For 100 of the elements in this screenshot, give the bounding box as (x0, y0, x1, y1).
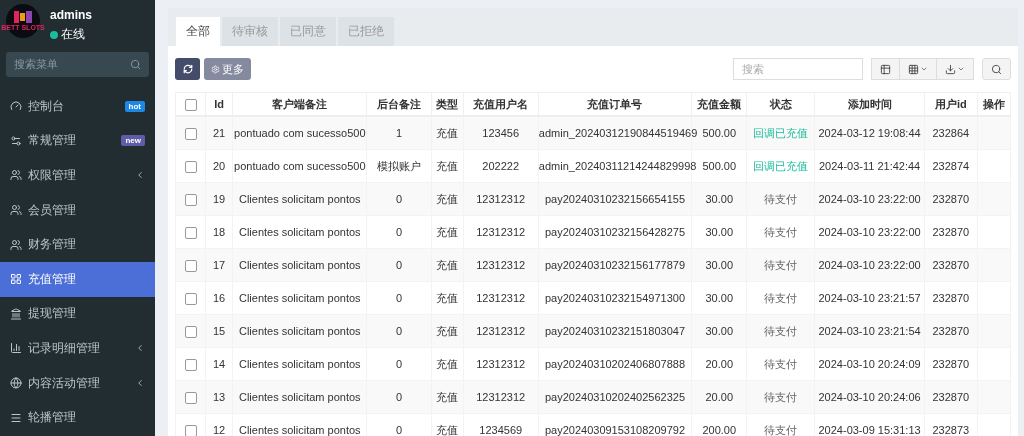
row-checkbox[interactable] (184, 359, 197, 372)
table-cell: 500.00 (702, 127, 737, 139)
search-icon (991, 63, 1002, 75)
table-cell: 232870 (932, 325, 970, 337)
table-cell: 充值 (436, 127, 459, 139)
row-checkbox[interactable] (184, 161, 197, 174)
table-cell: 30.00 (705, 325, 733, 337)
sidebar-item[interactable]: 权限管理 (0, 158, 155, 193)
search-button[interactable] (982, 58, 1011, 80)
columns-button[interactable] (899, 58, 937, 80)
sidebar-item[interactable]: 常规管理 new (0, 123, 155, 159)
table-cell: admin_20240311214244829998 (538, 160, 697, 172)
search-field[interactable]: 搜索 (733, 58, 863, 80)
status-text: 回调已充值 (753, 160, 809, 172)
table-cell: 12312312 (476, 325, 526, 337)
status-text: 待支付 (764, 259, 798, 271)
table-cell: 2024-03-11 21:42:44 (818, 160, 921, 172)
users-icon (10, 169, 22, 182)
table-cell: 2024-03-10 23:22:00 (818, 193, 921, 205)
table-cell: pay20240310232156428275 (544, 226, 686, 238)
table-cell: 0 (395, 292, 403, 304)
table-cell: 充值 (436, 226, 459, 238)
row-checkbox[interactable] (184, 392, 197, 405)
table-cell: 0 (395, 193, 403, 205)
table-cell: Clientes solicitam pontos (238, 259, 361, 271)
grid-icon (10, 273, 22, 286)
table-cell: Clientes solicitam pontos (238, 292, 361, 304)
tab[interactable]: 全部 (176, 17, 220, 46)
table-cell: 232870 (932, 193, 970, 205)
table-cell: 0 (395, 358, 403, 370)
grid-icon (908, 63, 919, 75)
sidebar-item[interactable]: 充值管理 (0, 261, 155, 297)
table-cell: 21 (212, 127, 226, 139)
sidebar-item[interactable]: 控制台 hot (0, 89, 155, 124)
table-cell: 30.00 (705, 193, 733, 205)
caret-icon (920, 65, 928, 73)
table-cell: 2024-03-10 23:22:00 (818, 259, 921, 271)
users-icon (10, 238, 22, 251)
row-checkbox[interactable] (184, 227, 197, 240)
refresh-icon (182, 64, 193, 74)
table-cell: 30.00 (705, 226, 733, 238)
table-cell: 充值 (436, 193, 459, 205)
row-checkbox[interactable] (184, 425, 197, 436)
table-cell: Clientes solicitam pontos (238, 193, 361, 205)
table-cell: 0 (395, 226, 403, 238)
table-cell: 2024-03-10 20:24:09 (818, 358, 921, 370)
sidebar-item[interactable]: 内容活动管理 (0, 365, 155, 401)
refresh-button[interactable] (175, 58, 200, 80)
caret-icon (957, 65, 965, 73)
table-cell: 1234569 (479, 424, 523, 436)
gear-icon (211, 64, 220, 74)
logo-icon (14, 11, 32, 23)
table-cell: 30.00 (705, 292, 733, 304)
table-cell: 2024-03-10 23:21:54 (818, 325, 921, 337)
sidebar-item[interactable]: 会员管理 (0, 192, 155, 228)
table-cell: 2024-03-09 15:31:13 (818, 424, 921, 436)
select-all-checkbox[interactable] (184, 99, 197, 112)
status-text: 回调已充值 (753, 127, 809, 139)
bar-chart-icon (10, 342, 22, 355)
row-checkbox[interactable] (184, 326, 197, 339)
table-cell: 12312312 (476, 193, 526, 205)
table-cell: 充值 (436, 259, 459, 271)
row-checkbox[interactable] (184, 194, 197, 207)
table-cell: 充值 (436, 391, 459, 403)
table-cell: pay20240310232151803047 (544, 325, 686, 337)
toggle-view-button[interactable] (871, 58, 900, 80)
menu-badge: hot (124, 100, 145, 112)
table-cell: pontuado com sucesso500 (234, 127, 366, 139)
download-icon (945, 63, 956, 75)
table-cell: pay20240310232156177879 (544, 259, 686, 271)
table-cell: 20.00 (705, 391, 733, 403)
table-cell: admin_20240312190844519469 (538, 127, 698, 139)
status-text: 待支付 (764, 292, 798, 304)
sidebar-item[interactable]: 财务管理 (0, 227, 155, 262)
table-cell: 15 (212, 325, 226, 337)
status-text: 待支付 (764, 358, 798, 370)
table-cell: 1 (395, 127, 403, 139)
table-cell: 12312312 (476, 292, 526, 304)
table-cell: pay20240309153108209792 (544, 424, 686, 436)
table-cell: 充值 (436, 424, 459, 436)
row-checkbox[interactable] (184, 293, 197, 306)
table-cell: 232870 (932, 391, 970, 403)
table-cell: pay20240310202406807888 (544, 358, 686, 370)
status-text: 待支付 (764, 325, 798, 337)
user-status: 在线 (61, 26, 85, 43)
sidebar-item[interactable]: 提现管理 (0, 296, 155, 332)
table-cell: 30.00 (705, 259, 733, 271)
bank-icon (10, 307, 22, 320)
row-checkbox[interactable] (184, 128, 197, 141)
table-cell: 充值 (436, 325, 459, 337)
table-cell: 14 (212, 358, 226, 370)
sidebar-item[interactable]: 记录明细管理 (0, 331, 155, 366)
sidebar-item[interactable]: 轮播管理 (0, 400, 155, 435)
table-cell: 充值 (436, 358, 459, 370)
table-cell: 18 (212, 226, 226, 238)
row-checkbox[interactable] (184, 260, 197, 273)
table-cell: 12312312 (476, 391, 526, 403)
table-cell: 20 (212, 160, 226, 172)
export-button[interactable] (936, 58, 974, 80)
table-cell: 232870 (932, 259, 970, 271)
